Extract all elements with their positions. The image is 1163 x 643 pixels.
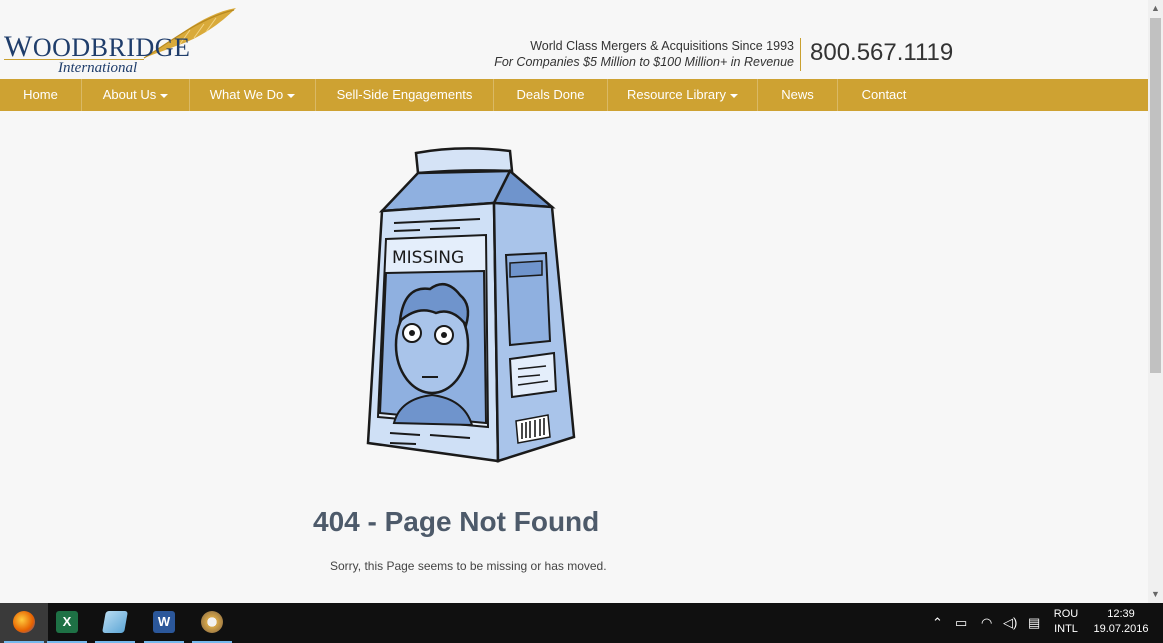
firefox-icon <box>13 611 35 633</box>
missing-milk-carton-illustration: MISSING <box>366 147 576 463</box>
taskbar-firefox[interactable] <box>0 603 48 643</box>
notes-icon <box>102 611 128 633</box>
word-icon: W <box>153 611 175 633</box>
main-nav: Home About Us What We Do Sell-Side Engag… <box>0 79 1148 111</box>
caret-down-icon <box>160 93 169 98</box>
woodbridge-logo[interactable]: WOODBRIDGE International <box>2 4 242 76</box>
input-language[interactable]: ROU INTL <box>1052 607 1080 637</box>
tagline-line-1: World Class Mergers & Acquisitions Since… <box>530 39 794 53</box>
caret-down-icon <box>730 93 738 98</box>
paint-icon <box>201 611 223 633</box>
nav-item-resource-library[interactable]: Resource Library <box>608 79 758 111</box>
tagline-line-2: For Companies $5 Million to $100 Million… <box>494 55 794 69</box>
chevron-up-icon[interactable]: ⌃ <box>932 615 943 631</box>
scroll-down-arrow-icon[interactable]: ▼ <box>1148 586 1163 603</box>
error-title: 404 - Page Not Found <box>313 506 600 537</box>
nav-item-sell-side-engagements[interactable]: Sell-Side Engagements <box>316 79 494 111</box>
scroll-up-arrow-icon[interactable]: ▲ <box>1148 0 1163 17</box>
windows-taskbar: X W ⌃ ▭ ◠ ◁) ▤ ROU INTL 12:39 19.07.2016 <box>0 603 1163 643</box>
taskbar-word[interactable]: W <box>140 603 188 643</box>
missing-label: MISSING <box>392 248 464 268</box>
nav-item-what-we-do[interactable]: What We Do <box>190 79 316 111</box>
nav-item-home[interactable]: Home <box>0 79 82 111</box>
phone-divider <box>800 38 801 71</box>
taskbar-excel[interactable]: X <box>43 603 91 643</box>
taskbar-notes[interactable] <box>91 603 139 643</box>
notifications-icon[interactable]: ▤ <box>1028 615 1040 631</box>
nav-item-news[interactable]: News <box>758 79 838 111</box>
excel-icon: X <box>56 611 78 633</box>
nav-item-deals-done[interactable]: Deals Done <box>494 79 608 111</box>
site-header: WOODBRIDGE International World Class Mer… <box>0 0 1148 79</box>
system-clock[interactable]: 12:39 19.07.2016 <box>1090 607 1152 637</box>
wifi-icon[interactable]: ◠ <box>981 615 992 631</box>
caret-down-icon <box>287 93 296 98</box>
volume-icon[interactable]: ◁) <box>1003 615 1017 631</box>
vertical-scrollbar[interactable]: ▲ ▼ <box>1148 0 1163 603</box>
nav-item-about-us[interactable]: About Us <box>82 79 190 111</box>
battery-icon[interactable]: ▭ <box>955 615 967 631</box>
scrollbar-thumb[interactable] <box>1150 18 1161 373</box>
phone-number[interactable]: 800.567.1119 <box>810 39 953 67</box>
taskbar-paint[interactable] <box>188 603 236 643</box>
error-message: Sorry, this Page seems to be missing or … <box>330 559 607 573</box>
tagline: World Class Mergers & Acquisitions Since… <box>494 38 794 70</box>
logo-subtitle: International <box>58 60 138 76</box>
nav-item-contact[interactable]: Contact <box>838 79 930 111</box>
